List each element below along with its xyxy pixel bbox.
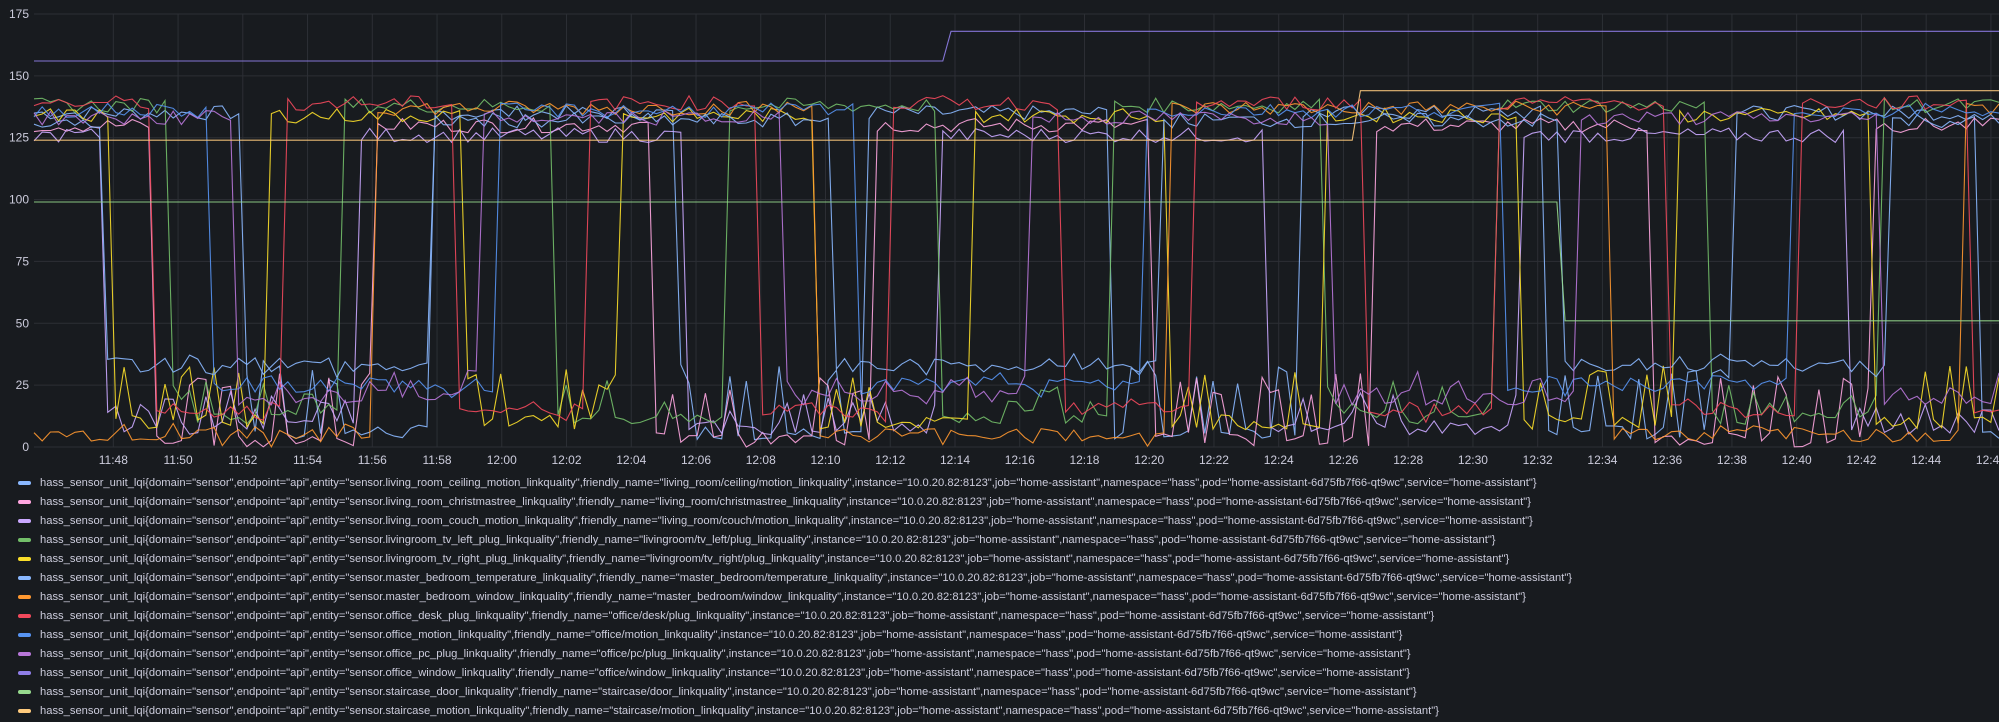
series-line (33, 100, 1999, 448)
legend-label: hass_sensor_unit_lqi{domain="sensor",end… (40, 647, 1411, 660)
legend: hass_sensor_unit_lqi{domain="sensor",end… (18, 473, 1978, 720)
legend-item[interactable]: hass_sensor_unit_lqi{domain="sensor",end… (18, 549, 1978, 568)
x-tick-label: 11:48 (99, 453, 128, 466)
x-tick-label: 12:34 (1587, 453, 1617, 466)
series-line (33, 116, 1999, 448)
x-tick-label: 12:44 (1911, 453, 1941, 466)
legend-swatch (18, 499, 31, 504)
legend-swatch (18, 537, 31, 542)
y-tick-label: 0 (22, 440, 29, 454)
legend-label: hass_sensor_unit_lqi{domain="sensor",end… (40, 514, 1533, 527)
legend-item[interactable]: hass_sensor_unit_lqi{domain="sensor",end… (18, 511, 1978, 530)
y-tick-label: 50 (16, 316, 30, 330)
legend-swatch (18, 575, 31, 580)
legend-item[interactable]: hass_sensor_unit_lqi{domain="sensor",end… (18, 530, 1978, 549)
y-tick-label: 150 (9, 69, 29, 83)
x-tick-label: 12:26 (1328, 453, 1358, 466)
series-line (33, 112, 1999, 379)
x-tick-label: 12:28 (1393, 453, 1423, 466)
x-tick-label: 12:02 (552, 453, 582, 466)
y-tick-label: 125 (9, 131, 29, 145)
x-tick-label: 12:06 (681, 453, 711, 466)
series-line (34, 30, 1999, 62)
series-line (33, 102, 1999, 399)
legend-label: hass_sensor_unit_lqi{domain="sensor",end… (40, 685, 1417, 698)
y-tick-label: 175 (9, 7, 29, 21)
legend-item[interactable]: hass_sensor_unit_lqi{domain="sensor",end… (18, 663, 1978, 682)
x-tick-label: 12:46 (1976, 453, 1999, 466)
x-tick-label: 12:00 (487, 453, 517, 466)
x-tick-label: 12:24 (1264, 453, 1294, 466)
x-tick-label: 12:32 (1523, 453, 1553, 466)
legend-item[interactable]: hass_sensor_unit_lqi{domain="sensor",end… (18, 587, 1978, 606)
graph-panel: 0 25 50 75 100 125 150 175 11:48 11:50 11:52 11:54… (0, 0, 1999, 722)
x-tick-label: 12:22 (1199, 453, 1229, 466)
legend-label: hass_sensor_unit_lqi{domain="sensor",end… (40, 666, 1410, 679)
legend-swatch (18, 670, 31, 675)
x-tick-label: 11:56 (358, 453, 387, 466)
series-line (33, 94, 1999, 424)
legend-item[interactable]: hass_sensor_unit_lqi{domain="sensor",end… (18, 606, 1978, 625)
x-tick-label: 12:40 (1782, 453, 1812, 466)
x-tick-label: 12:04 (616, 453, 646, 466)
legend-swatch (18, 689, 31, 694)
legend-label: hass_sensor_unit_lqi{domain="sensor",end… (40, 609, 1435, 622)
line-chart[interactable]: 0 25 50 75 100 125 150 175 11:48 11:50 11:52 11:54… (0, 0, 1999, 466)
x-tick-label: 12:30 (1458, 453, 1488, 466)
legend-label: hass_sensor_unit_lqi{domain="sensor",end… (40, 476, 1537, 489)
x-tick-label: 12:38 (1717, 453, 1747, 466)
legend-swatch (18, 651, 31, 656)
x-tick-label: 11:50 (163, 453, 192, 466)
legend-item[interactable]: hass_sensor_unit_lqi{domain="sensor",end… (18, 701, 1978, 720)
y-tick-label: 25 (16, 378, 30, 392)
x-tick-label: 12:36 (1652, 453, 1682, 466)
legend-swatch (18, 613, 31, 618)
x-tick-label: 11:54 (293, 453, 322, 466)
x-axis: 11:48 11:50 11:52 11:54 11:56 11:58 12:00 12:02… (99, 453, 1999, 466)
y-tick-label: 75 (16, 254, 30, 268)
legend-swatch (18, 518, 31, 523)
legend-label: hass_sensor_unit_lqi{domain="sensor",end… (40, 628, 1403, 641)
y-tick-label: 100 (9, 193, 29, 207)
x-tick-label: 11:58 (422, 453, 451, 466)
legend-item[interactable]: hass_sensor_unit_lqi{domain="sensor",end… (18, 625, 1978, 644)
x-tick-label: 12:10 (810, 453, 840, 466)
x-tick-label: 12:42 (1846, 453, 1876, 466)
legend-swatch (18, 480, 31, 485)
legend-item[interactable]: hass_sensor_unit_lqi{domain="sensor",end… (18, 568, 1978, 587)
legend-swatch (18, 632, 31, 637)
legend-label: hass_sensor_unit_lqi{domain="sensor",end… (40, 704, 1439, 717)
legend-swatch (18, 594, 31, 599)
x-tick-label: 12:16 (1005, 453, 1035, 466)
x-tick-label: 11:52 (228, 453, 257, 466)
x-tick-label: 12:08 (746, 453, 776, 466)
legend-swatch (18, 708, 31, 713)
x-tick-label: 12:12 (875, 453, 905, 466)
legend-label: hass_sensor_unit_lqi{domain="sensor",end… (40, 533, 1496, 546)
y-axis: 0 25 50 75 100 125 150 175 (9, 7, 29, 454)
legend-label: hass_sensor_unit_lqi{domain="sensor",end… (40, 552, 1510, 565)
x-tick-label: 12:18 (1069, 453, 1099, 466)
legend-label: hass_sensor_unit_lqi{domain="sensor",end… (40, 495, 1531, 508)
legend-swatch (18, 556, 31, 561)
legend-item[interactable]: hass_sensor_unit_lqi{domain="sensor",end… (18, 492, 1978, 511)
x-tick-label: 12:14 (940, 453, 970, 466)
legend-label: hass_sensor_unit_lqi{domain="sensor",end… (40, 590, 1527, 603)
legend-label: hass_sensor_unit_lqi{domain="sensor",end… (40, 571, 1573, 584)
legend-item[interactable]: hass_sensor_unit_lqi{domain="sensor",end… (18, 682, 1978, 701)
legend-item[interactable]: hass_sensor_unit_lqi{domain="sensor",end… (18, 644, 1978, 663)
x-tick-label: 12:20 (1134, 453, 1164, 466)
series-line (33, 109, 1999, 407)
legend-item[interactable]: hass_sensor_unit_lqi{domain="sensor",end… (18, 473, 1978, 492)
